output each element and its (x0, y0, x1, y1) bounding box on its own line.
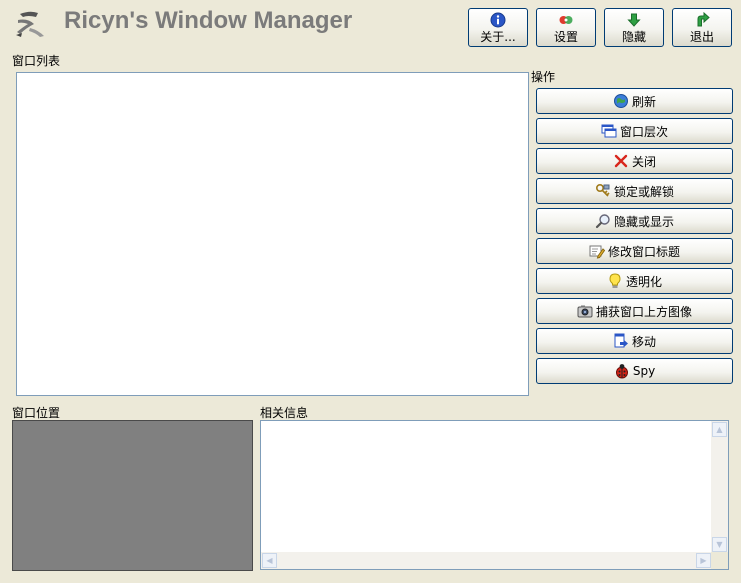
transparency-button[interactable]: 透明化 (536, 268, 733, 294)
window-list-label: 窗口列表 (12, 54, 61, 68)
info-textarea[interactable] (261, 421, 712, 553)
info-box: ▲ ▼ ◀ ▶ (260, 420, 729, 570)
scroll-down-arrow-icon[interactable]: ▼ (712, 537, 727, 552)
vertical-scrollbar[interactable]: ▲ ▼ (711, 421, 728, 553)
close-window-label: 关闭 (631, 154, 656, 169)
exit-button[interactable]: 退出 (672, 8, 732, 47)
spy-button[interactable]: Spy (536, 358, 733, 384)
ladybug-icon (615, 364, 628, 379)
settings-icon (559, 15, 573, 24)
lightbulb-icon (609, 273, 621, 288)
position-panel-label: 窗口位置 (12, 406, 61, 420)
scroll-up-arrow-icon[interactable]: ▲ (712, 422, 727, 437)
capture-image-button[interactable]: 捕获窗口上方图像 (536, 298, 733, 324)
info-panel-label: 相关信息 (260, 406, 309, 420)
hide-button[interactable]: 隐藏 (604, 8, 664, 47)
about-button[interactable]: 关于... (468, 8, 528, 47)
refresh-label: 刷新 (631, 94, 656, 109)
info-icon (490, 12, 506, 27)
exit-label: 退出 (689, 29, 714, 44)
operations-label: 操作 (531, 70, 556, 84)
close-x-icon (614, 154, 628, 168)
edit-title-label: 修改窗口标题 (607, 244, 680, 259)
window-hierarchy-label: 窗口层次 (619, 124, 668, 139)
lock-unlock-button[interactable]: 锁定或解锁 (536, 178, 733, 204)
settings-button[interactable]: 设置 (536, 8, 596, 47)
scroll-corner (711, 552, 728, 569)
spy-label: Spy (632, 364, 656, 378)
refresh-button[interactable]: 刷新 (536, 88, 733, 114)
hide-show-button[interactable]: 隐藏或显示 (536, 208, 733, 234)
about-label: 关于... (480, 29, 516, 44)
edit-title-icon (589, 245, 605, 259)
window-list[interactable] (16, 72, 529, 396)
move-label: 移动 (631, 334, 656, 349)
lock-unlock-label: 锁定或解锁 (613, 184, 674, 199)
horizontal-scrollbar[interactable]: ◀ ▶ (261, 552, 712, 569)
arrow-down-icon (627, 13, 641, 27)
move-button[interactable]: 移动 (536, 328, 733, 354)
app-title: Ricyn's Window Manager (64, 7, 353, 34)
scroll-right-arrow-icon[interactable]: ▶ (696, 553, 711, 568)
close-window-button[interactable]: 关闭 (536, 148, 733, 174)
camera-icon (577, 305, 593, 318)
scroll-left-arrow-icon[interactable]: ◀ (262, 553, 277, 568)
settings-label: 设置 (553, 29, 578, 44)
edit-title-button[interactable]: 修改窗口标题 (536, 238, 733, 264)
key-lock-icon (595, 183, 610, 197)
refresh-globe-icon (613, 94, 628, 108)
move-icon (614, 333, 628, 348)
window-hierarchy-icon (601, 124, 617, 138)
app-logo-icon (16, 11, 44, 37)
window-hierarchy-button[interactable]: 窗口层次 (536, 118, 733, 144)
transparency-label: 透明化 (625, 274, 662, 289)
magnifier-icon (595, 214, 610, 229)
hide-label: 隐藏 (621, 29, 646, 44)
capture-image-label: 捕获窗口上方图像 (595, 304, 692, 319)
exit-arrow-icon (697, 11, 710, 26)
hide-show-label: 隐藏或显示 (613, 214, 674, 229)
window-position-preview (12, 420, 253, 571)
